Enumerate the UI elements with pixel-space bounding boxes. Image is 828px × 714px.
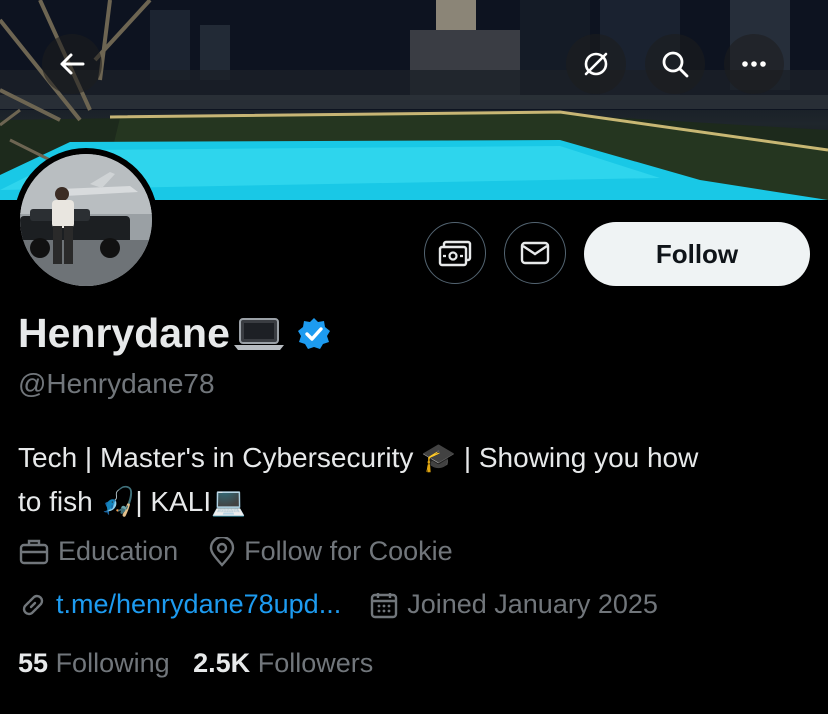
avatar-image	[20, 154, 152, 286]
bio: Tech | Master's in Cybersecurity 🎓 | Sho…	[18, 436, 818, 524]
profile-meta-row-2: t.me/henrydane78upd... Joined January 20…	[18, 589, 658, 620]
display-name: Henrydane	[18, 310, 230, 356]
back-arrow-icon	[60, 53, 85, 75]
location-pin-icon	[209, 536, 235, 567]
category-item: Education	[18, 536, 178, 567]
following-count: 55	[18, 648, 49, 678]
user-handle: @Henrydane78	[18, 368, 215, 399]
joined-item: Joined January 2025	[369, 589, 658, 620]
grok-button[interactable]	[566, 34, 626, 94]
following-stat[interactable]: 55 Following	[18, 648, 170, 678]
location-item: Follow for Cookie	[208, 536, 453, 567]
bio-line-2: to fish 🎣| KALI💻	[18, 486, 246, 517]
category-label: Education	[58, 536, 179, 566]
money-tip-icon	[438, 240, 472, 267]
follow-stats: 55 Following 2.5K Followers	[18, 648, 373, 679]
laptop-emoji-icon	[233, 317, 284, 350]
tip-button[interactable]	[424, 222, 486, 284]
envelope-icon	[520, 241, 550, 265]
back-button[interactable]	[42, 34, 102, 94]
profile-meta-row-1: Education Follow for Cookie	[18, 536, 453, 567]
search-button[interactable]	[645, 34, 705, 94]
follow-button[interactable]: Follow	[584, 222, 810, 286]
website-item[interactable]: t.me/henrydane78upd...	[18, 589, 341, 620]
grok-icon	[584, 52, 608, 76]
followers-count: 2.5K	[193, 648, 251, 678]
briefcase-icon	[19, 539, 49, 564]
link-icon	[22, 594, 44, 615]
bio-line-1: Tech | Master's in Cybersecurity 🎓 | Sho…	[18, 442, 699, 473]
calendar-icon	[371, 592, 398, 618]
location-label: Follow for Cookie	[244, 536, 453, 566]
following-label: Following	[55, 648, 170, 678]
verified-badge-icon[interactable]	[296, 316, 332, 352]
website-link[interactable]: t.me/henrydane78upd...	[56, 589, 341, 620]
joined-date: Joined January 2025	[407, 589, 658, 619]
followers-label: Followers	[257, 648, 374, 678]
avatar[interactable]	[14, 148, 158, 292]
more-button[interactable]	[724, 34, 784, 94]
message-button[interactable]	[504, 222, 566, 284]
display-name-row: Henrydane	[18, 310, 332, 357]
search-icon	[662, 51, 689, 78]
followers-stat[interactable]: 2.5K Followers	[193, 648, 373, 678]
more-dots-icon	[742, 61, 766, 67]
